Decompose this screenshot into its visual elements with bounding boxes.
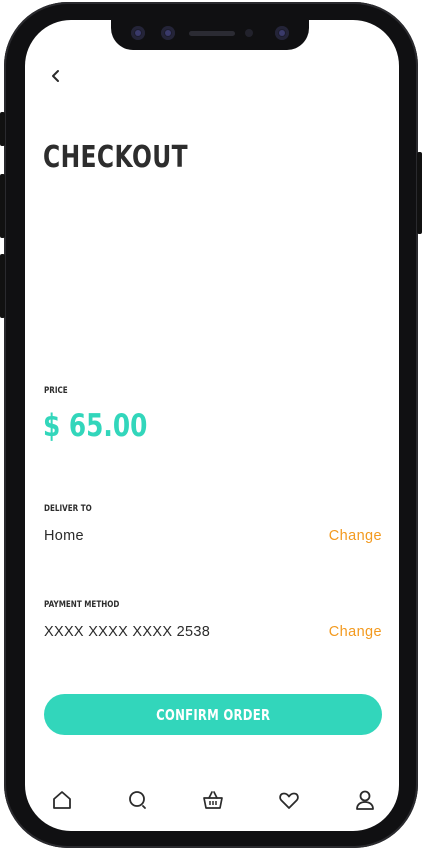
search-icon	[129, 791, 146, 809]
power-button	[417, 152, 422, 234]
basket-icon	[203, 791, 223, 809]
user-icon	[356, 790, 374, 810]
volume-up-button	[0, 174, 5, 238]
confirm-order-button[interactable]: CONFIRM ORDER	[44, 694, 382, 735]
price-label: PRICE	[44, 386, 68, 396]
volume-down-button	[0, 254, 5, 318]
mute-switch	[0, 112, 5, 146]
nav-search[interactable]	[126, 788, 150, 812]
camera-icon	[161, 26, 175, 40]
payment-card-number: XXXX XXXX XXXX 2538	[44, 624, 211, 640]
notch	[111, 19, 309, 50]
camera-icon	[275, 26, 289, 40]
change-payment-link[interactable]: Change	[329, 624, 382, 640]
chevron-left-icon	[52, 70, 59, 82]
back-button[interactable]	[47, 65, 67, 87]
home-icon	[53, 791, 71, 809]
nav-home[interactable]	[50, 788, 74, 812]
nav-favorites[interactable]	[277, 788, 301, 812]
sensor-dot	[245, 29, 253, 37]
confirm-order-label: CONFIRM ORDER	[155, 705, 271, 724]
camera-icon	[131, 26, 145, 40]
deliver-to-label: DELIVER TO	[44, 504, 92, 514]
payment-method-label: PAYMENT METHOD	[44, 600, 120, 610]
change-delivery-link[interactable]: Change	[329, 528, 382, 544]
delivery-address: Home	[44, 528, 84, 544]
price-value: $ 65.00	[43, 408, 148, 444]
nav-profile[interactable]	[353, 788, 377, 812]
nav-basket[interactable]	[201, 788, 225, 812]
heart-icon	[279, 792, 299, 809]
speaker-grille	[189, 31, 235, 36]
page-title: CHECKOUT	[43, 140, 188, 175]
